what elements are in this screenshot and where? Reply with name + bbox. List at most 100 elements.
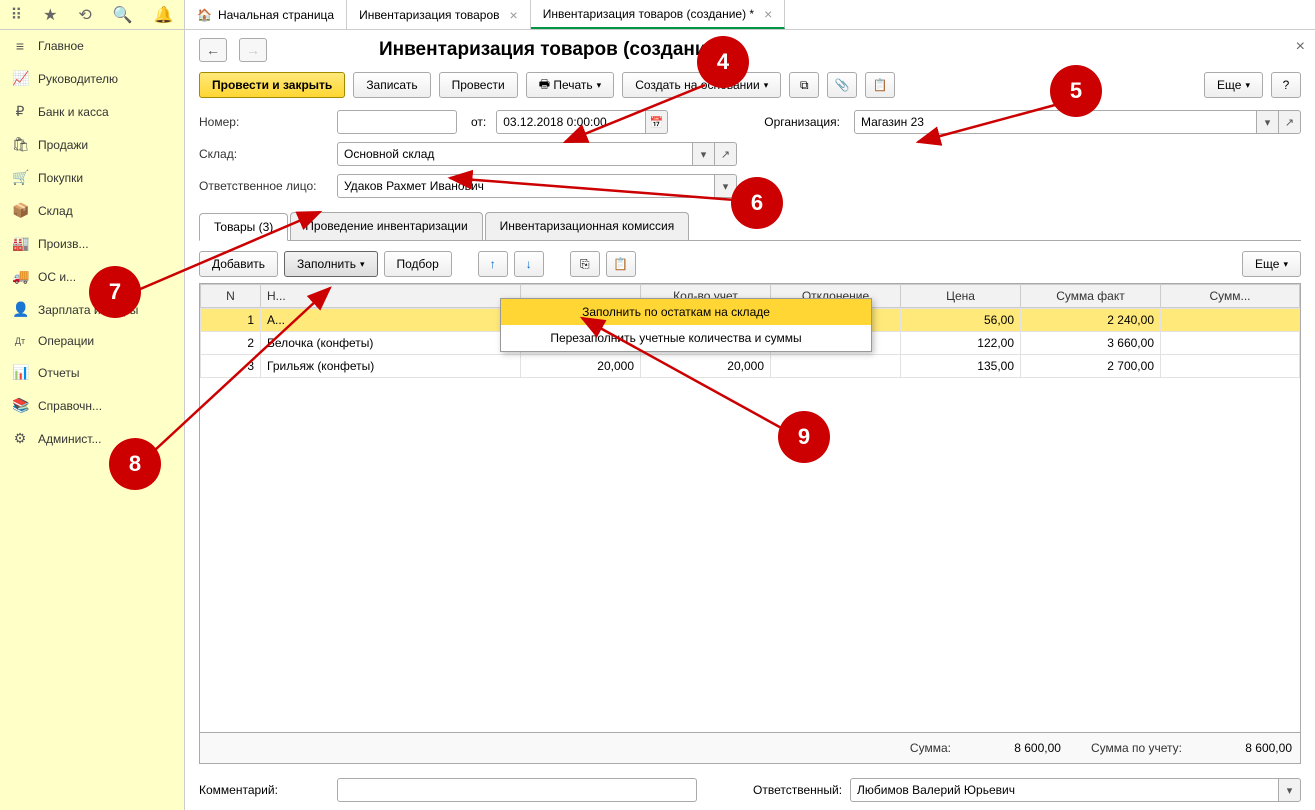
goods-table: N Н... Кол-во учет Отклонение Цена Сумма…	[199, 283, 1301, 764]
sidebar-item-label: Банк и касса	[38, 105, 109, 119]
attach-button[interactable]: 📎	[827, 72, 857, 98]
more-label: Еще	[1255, 257, 1279, 271]
refill-quantities-item[interactable]: Перезаполнить учетные количества и суммы	[501, 325, 871, 351]
print-button[interactable]: 🖶 Печать▾	[526, 72, 615, 98]
sidebar-item-label: Продажи	[38, 138, 88, 152]
create-based-on-button[interactable]: Создать на основании▾	[622, 72, 781, 98]
sidebar-item-catalogs[interactable]: 📚Справочн...	[0, 389, 184, 422]
move-up-button[interactable]: ↑	[478, 251, 508, 277]
dropdown-icon[interactable]: ▾	[1257, 110, 1279, 134]
number-input[interactable]	[337, 110, 457, 134]
sum-uchet-label: Сумма по учету:	[1091, 741, 1182, 755]
sidebar-item-hr[interactable]: 👤 Зарплата и кадры	[0, 293, 184, 326]
sidebar-item-operations[interactable]: ДтОперации	[0, 326, 184, 356]
dropdown-icon[interactable]: ▾	[693, 142, 715, 166]
sidebar-item-label: Операции	[38, 334, 94, 348]
comment-label: Комментарий:	[199, 783, 329, 797]
sidebar-item-label: Произв...	[38, 237, 89, 251]
sidebar-item-purchases[interactable]: 🛒Покупки	[0, 161, 184, 194]
sidebar-item-label: Склад	[38, 204, 73, 218]
col-price[interactable]: Цена	[901, 285, 1021, 308]
date-input[interactable]	[496, 110, 646, 134]
sidebar-item-manager[interactable]: 📈Руководителю	[0, 62, 184, 95]
tab-home[interactable]: 🏠 Начальная страница	[185, 0, 347, 29]
print-label: Печать	[553, 78, 592, 92]
report-button[interactable]: 📋	[865, 72, 895, 98]
dropdown-icon[interactable]: ▾	[715, 174, 737, 198]
tab-goods[interactable]: Товары (3)	[199, 213, 288, 241]
close-icon[interactable]: ×	[510, 7, 518, 23]
open-icon[interactable]: ↗	[715, 142, 737, 166]
tab-inventory-create[interactable]: Инвентаризация товаров (создание) * ×	[531, 0, 786, 29]
col-sum[interactable]: Сумм...	[1161, 285, 1300, 308]
history-icon[interactable]: ⟲	[78, 5, 91, 25]
apps-icon[interactable]: ⠿	[10, 5, 22, 25]
close-page-icon[interactable]: ×	[1296, 38, 1305, 56]
sidebar-item-label: Зарплата и кадры	[38, 303, 138, 317]
save-button[interactable]: Записать	[353, 72, 430, 98]
table-more-button[interactable]: Еще▾	[1242, 251, 1301, 277]
post-and-close-button[interactable]: Провести и закрыть	[199, 72, 345, 98]
add-button[interactable]: Добавить	[199, 251, 278, 277]
cell-price: 122,00	[901, 332, 1021, 355]
sidebar-item-bank[interactable]: ₽ Банк и касса	[0, 95, 184, 128]
sidebar-item-warehouse[interactable]: 📦Склад	[0, 194, 184, 227]
more-button[interactable]: Еще▾	[1204, 72, 1263, 98]
caret-down-icon: ▾	[1245, 80, 1250, 91]
comment-input[interactable]	[337, 778, 697, 802]
sidebar-item-label: ОС и...	[38, 270, 76, 284]
sidebar-item-label: Справочн...	[38, 399, 102, 413]
home-icon: 🏠	[197, 8, 212, 22]
sub-tabs: Товары (3) Проведение инвентаризации Инв…	[199, 212, 1301, 241]
paste-button[interactable]: 📋	[606, 251, 636, 277]
col-name[interactable]: Н...	[261, 285, 521, 308]
warehouse-label: Склад:	[199, 147, 329, 161]
ruble-icon: ₽	[12, 103, 28, 120]
sidebar-item-admin[interactable]: ⚙Админист...	[0, 422, 184, 455]
close-icon[interactable]: ×	[764, 6, 772, 22]
search-icon[interactable]: 🔍	[113, 5, 133, 25]
tab-conduct[interactable]: Проведение инвентаризации	[290, 212, 482, 240]
table-row[interactable]: 3 Грильяж (конфеты) 20,000 20,000 135,00…	[201, 355, 1300, 378]
star-icon[interactable]: ★	[43, 5, 57, 25]
calendar-icon[interactable]: 📅	[646, 110, 668, 134]
cell-price: 135,00	[901, 355, 1021, 378]
printer-icon: 🖶	[539, 75, 550, 96]
page-title: Инвентаризация товаров (создание) *	[379, 39, 736, 61]
cell-qty-uchet: 20,000	[641, 355, 771, 378]
cell-n: 3	[201, 355, 261, 378]
cell-n: 1	[201, 309, 261, 332]
sidebar-item-main[interactable]: ≡Главное	[0, 30, 184, 62]
footer-responsible-input[interactable]	[850, 778, 1279, 802]
warehouse-input[interactable]	[337, 142, 693, 166]
caret-down-icon: ▾	[764, 80, 769, 91]
sidebar-item-assets[interactable]: 🚚ОС и...	[0, 260, 184, 293]
cell-sum	[1161, 355, 1300, 378]
help-button[interactable]: ?	[1271, 72, 1301, 98]
post-button[interactable]: Провести	[439, 72, 518, 98]
fill-button[interactable]: Заполнить▾	[284, 251, 377, 277]
link-button[interactable]: ⧉	[789, 72, 819, 98]
col-n[interactable]: N	[201, 285, 261, 308]
fill-by-stock-item[interactable]: Заполнить по остаткам на складе	[501, 299, 871, 325]
open-icon[interactable]: ↗	[1279, 110, 1301, 134]
bell-icon[interactable]: 🔔	[154, 5, 174, 25]
organization-input[interactable]	[854, 110, 1257, 134]
sidebar-item-reports[interactable]: 📊Отчеты	[0, 356, 184, 389]
bag-icon: 🛍	[12, 136, 28, 153]
cart-icon: 🛒	[12, 169, 28, 186]
back-button[interactable]: ←	[199, 38, 227, 62]
forward-button[interactable]: →	[239, 38, 267, 62]
sidebar-item-sales[interactable]: 🛍 Продажи	[0, 128, 184, 161]
select-button[interactable]: Подбор	[384, 251, 452, 277]
col-sum-fact[interactable]: Сумма факт	[1021, 285, 1161, 308]
tab-inventory[interactable]: Инвентаризация товаров ×	[347, 0, 531, 29]
tab-commission[interactable]: Инвентаризационная комиссия	[485, 212, 690, 240]
responsible-input[interactable]	[337, 174, 715, 198]
dropdown-icon[interactable]: ▾	[1279, 778, 1301, 802]
move-down-button[interactable]: ↓	[514, 251, 544, 277]
copy-button[interactable]: ⎘	[570, 251, 600, 277]
cell-deviation	[771, 355, 901, 378]
person-icon: 👤	[12, 301, 28, 318]
sidebar-item-production[interactable]: 🏭Произв...	[0, 227, 184, 260]
